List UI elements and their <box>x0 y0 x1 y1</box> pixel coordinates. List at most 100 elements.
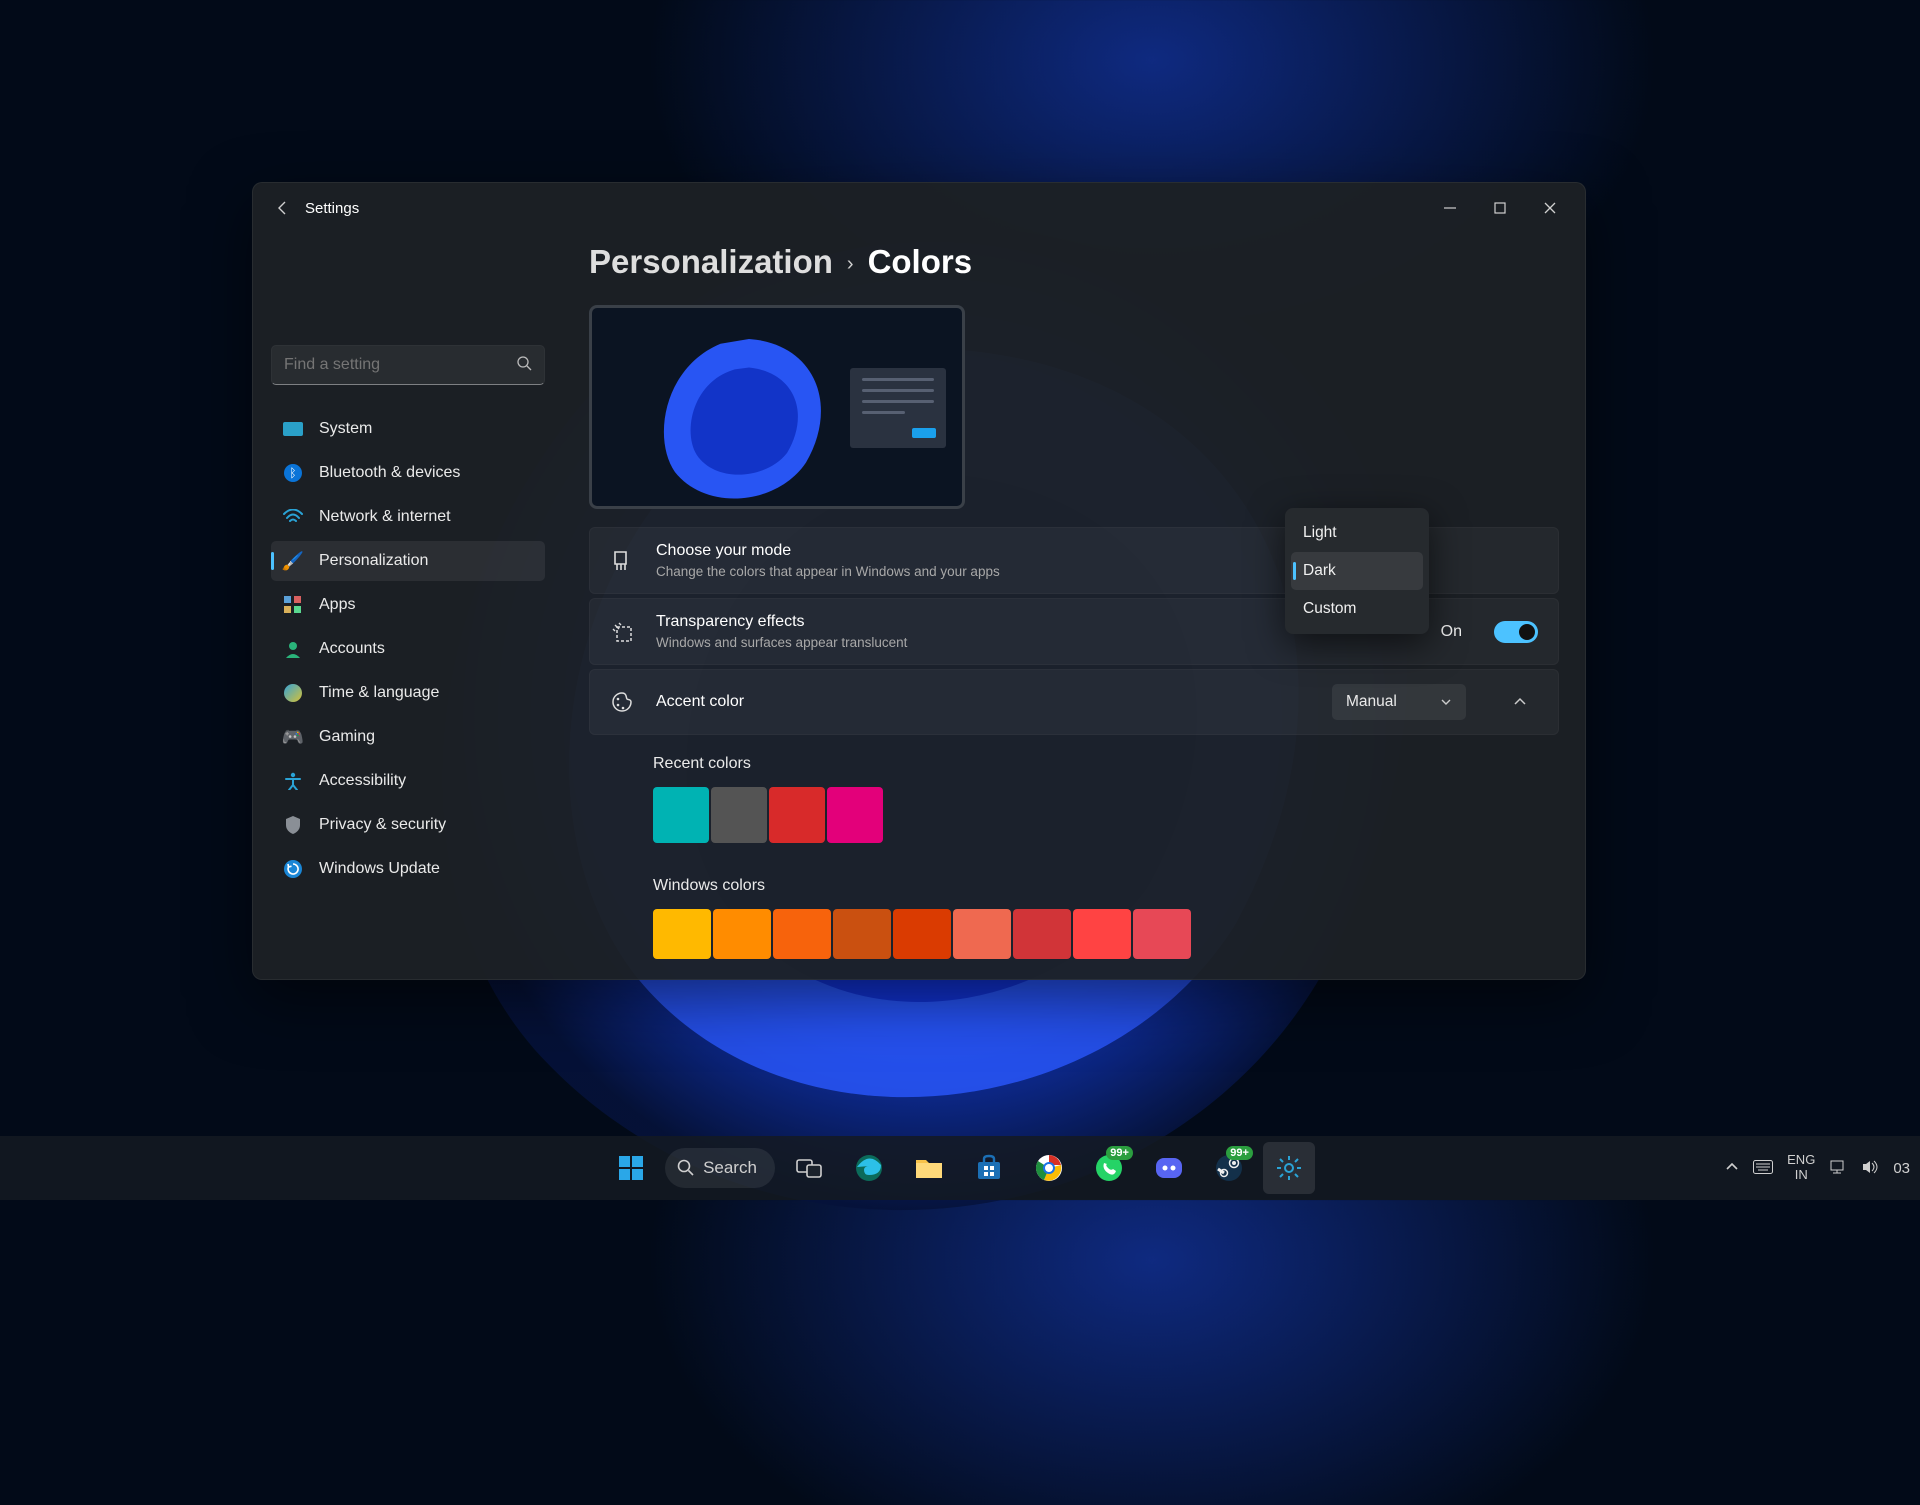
search-icon <box>516 355 532 376</box>
nav-label: Accounts <box>319 640 385 658</box>
steam-badge: 99+ <box>1226 1146 1253 1160</box>
accounts-icon <box>283 639 303 659</box>
windows-color-swatch[interactable] <box>653 909 711 959</box>
sidebar-item-accessibility[interactable]: Accessibility <box>271 761 545 801</box>
panel-mode-subtitle: Change the colors that appear in Windows… <box>656 564 1000 579</box>
windows-color-swatch[interactable] <box>893 909 951 959</box>
transparency-icon <box>610 621 634 643</box>
accent-mode-dropdown[interactable]: Manual <box>1332 684 1466 720</box>
recent-color-swatch[interactable] <box>711 787 767 843</box>
mode-dropdown-menu: Light Dark Custom <box>1285 508 1429 634</box>
brush-icon <box>610 550 634 572</box>
nav-label: Accessibility <box>319 772 406 790</box>
mode-option-dark[interactable]: Dark <box>1291 552 1423 590</box>
maximize-button[interactable] <box>1475 188 1525 228</box>
app-title: Settings <box>305 200 359 217</box>
transparency-toggle[interactable] <box>1494 621 1538 643</box>
accessibility-icon <box>283 771 303 791</box>
nav-label: Windows Update <box>319 860 440 878</box>
sidebar-item-privacy[interactable]: Privacy & security <box>271 805 545 845</box>
nav-label: Apps <box>319 596 355 614</box>
panel-accent: Accent color Manual <box>589 669 1559 735</box>
discord-icon[interactable] <box>1143 1142 1195 1194</box>
steam-icon[interactable]: 99+ <box>1203 1142 1255 1194</box>
breadcrumb-parent[interactable]: Personalization <box>589 243 833 281</box>
sidebar-item-network[interactable]: Network & internet <box>271 497 545 537</box>
wifi-icon <box>283 507 303 527</box>
taskbar: Search 99+ 99+ <box>0 1136 1920 1200</box>
chevron-up-icon <box>1513 695 1527 709</box>
time-icon <box>283 683 303 703</box>
windows-color-swatch[interactable] <box>1013 909 1071 959</box>
search-icon <box>677 1159 695 1177</box>
windows-color-swatch[interactable] <box>953 909 1011 959</box>
close-button[interactable] <box>1525 188 1575 228</box>
whatsapp-icon[interactable]: 99+ <box>1083 1142 1135 1194</box>
minimize-button[interactable] <box>1425 188 1475 228</box>
tray-overflow-icon[interactable] <box>1725 1160 1739 1177</box>
settings-app-icon[interactable] <box>1263 1142 1315 1194</box>
nav-label: System <box>319 420 372 438</box>
edge-icon[interactable] <box>843 1142 895 1194</box>
recent-colors-section: Recent colors <box>589 739 1559 843</box>
system-icon <box>283 419 303 439</box>
windows-color-swatch[interactable] <box>1073 909 1131 959</box>
search-field[interactable] <box>284 356 516 374</box>
shield-icon <box>283 815 303 835</box>
task-view-button[interactable] <box>783 1142 835 1194</box>
nav-label: Network & internet <box>319 508 451 526</box>
windows-color-swatch[interactable] <box>713 909 771 959</box>
accent-dropdown-value: Manual <box>1346 693 1397 711</box>
breadcrumb-current: Colors <box>868 243 973 281</box>
chevron-right-icon: › <box>847 253 854 276</box>
start-button[interactable] <box>605 1142 657 1194</box>
search-input[interactable] <box>271 345 545 385</box>
sidebar-item-personalization[interactable]: 🖌️ Personalization <box>271 541 545 581</box>
windows-color-swatch[interactable] <box>773 909 831 959</box>
mode-option-light[interactable]: Light <box>1291 514 1423 552</box>
sidebar-item-gaming[interactable]: 🎮 Gaming <box>271 717 545 757</box>
sidebar-item-bluetooth[interactable]: ᛒ Bluetooth & devices <box>271 453 545 493</box>
network-tray-icon[interactable] <box>1829 1159 1847 1178</box>
panel-transparency-subtitle: Windows and surfaces appear translucent <box>656 635 907 650</box>
panel-mode-title: Choose your mode <box>656 542 1000 560</box>
titlebar: Settings <box>253 183 1585 233</box>
gaming-icon: 🎮 <box>283 727 303 747</box>
recent-color-swatch[interactable] <box>827 787 883 843</box>
store-icon[interactable] <box>963 1142 1015 1194</box>
keyboard-icon[interactable] <box>1753 1160 1773 1177</box>
recent-color-swatch[interactable] <box>653 787 709 843</box>
back-button[interactable] <box>267 192 299 224</box>
panel-accent-title: Accent color <box>656 693 744 711</box>
nav-label: Privacy & security <box>319 816 446 834</box>
mode-option-custom[interactable]: Custom <box>1291 590 1423 628</box>
recent-color-swatch[interactable] <box>769 787 825 843</box>
windows-color-swatch[interactable] <box>1133 909 1191 959</box>
windows-colors-section: Windows colors <box>589 861 1559 959</box>
accent-expander[interactable] <box>1502 684 1538 720</box>
transparency-toggle-label: On <box>1441 623 1462 641</box>
windows-colors-title: Windows colors <box>653 877 1539 895</box>
apps-icon <box>283 595 303 615</box>
recent-colors-title: Recent colors <box>653 755 1539 773</box>
clock[interactable]: 03 <box>1893 1160 1910 1177</box>
settings-window: Settings System <box>252 182 1586 980</box>
personalization-icon: 🖌️ <box>283 551 303 571</box>
sidebar-item-apps[interactable]: Apps <box>271 585 545 625</box>
nav-label: Bluetooth & devices <box>319 464 460 482</box>
chrome-icon[interactable] <box>1023 1142 1075 1194</box>
volume-tray-icon[interactable] <box>1861 1159 1879 1178</box>
main-content: Personalization › Colors <box>563 233 1585 979</box>
windows-color-swatch[interactable] <box>833 909 891 959</box>
sidebar-item-system[interactable]: System <box>271 409 545 449</box>
file-explorer-icon[interactable] <box>903 1142 955 1194</box>
taskbar-search[interactable]: Search <box>665 1148 775 1188</box>
preview-window-mock <box>850 368 946 448</box>
sidebar-item-update[interactable]: Windows Update <box>271 849 545 889</box>
sidebar-item-time[interactable]: Time & language <box>271 673 545 713</box>
language-indicator[interactable]: ENG IN <box>1787 1153 1815 1183</box>
sidebar-item-accounts[interactable]: Accounts <box>271 629 545 669</box>
sidebar: System ᛒ Bluetooth & devices Network & i… <box>253 233 563 979</box>
breadcrumb: Personalization › Colors <box>589 243 1559 281</box>
panel-transparency-title: Transparency effects <box>656 613 907 631</box>
